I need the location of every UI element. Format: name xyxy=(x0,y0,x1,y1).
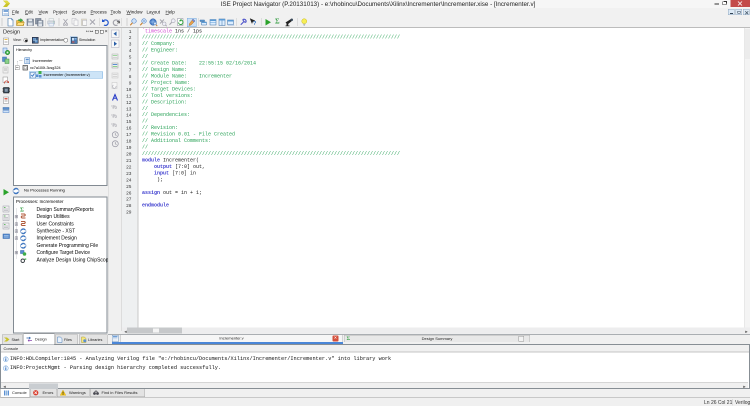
svg-text:%: % xyxy=(112,114,118,120)
svg-text:%: % xyxy=(112,123,118,129)
svg-text:?: ? xyxy=(253,21,257,27)
svg-text:%: % xyxy=(112,105,118,111)
